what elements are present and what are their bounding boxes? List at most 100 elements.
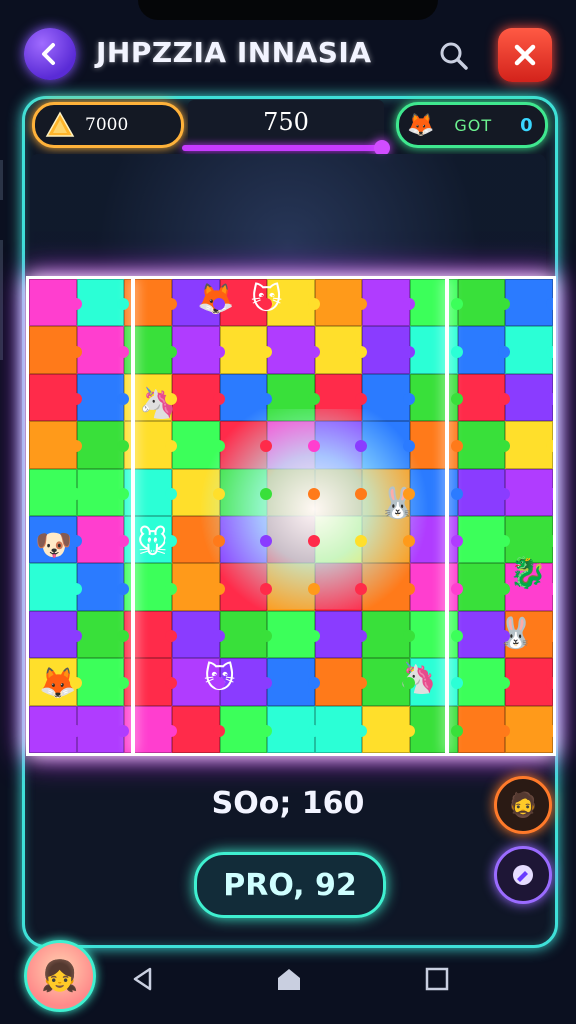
puzzle-piece[interactable] bbox=[267, 421, 320, 469]
puzzle-piece[interactable] bbox=[314, 468, 368, 516]
puzzle-piece[interactable] bbox=[267, 610, 320, 659]
search-button[interactable] bbox=[432, 34, 476, 78]
puzzle-piece[interactable] bbox=[410, 705, 463, 753]
nav-home-button[interactable] bbox=[272, 962, 306, 996]
puzzle-piece[interactable] bbox=[171, 373, 225, 422]
puzzle-piece[interactable] bbox=[219, 468, 272, 516]
puzzle-piece[interactable] bbox=[267, 658, 320, 706]
play-button[interactable]: PRO, 92 bbox=[194, 852, 386, 918]
puzzle-piece[interactable] bbox=[362, 563, 415, 611]
puzzle-piece[interactable] bbox=[76, 421, 129, 469]
puzzle-piece[interactable] bbox=[505, 279, 553, 327]
puzzle-piece[interactable] bbox=[314, 373, 368, 422]
creature-piece[interactable]: 🐭 bbox=[137, 529, 168, 559]
puzzle-piece[interactable] bbox=[457, 373, 510, 422]
puzzle-piece[interactable] bbox=[29, 563, 82, 611]
puzzle-piece[interactable] bbox=[219, 373, 272, 422]
puzzle-piece[interactable] bbox=[267, 516, 320, 564]
puzzle-piece[interactable] bbox=[76, 326, 129, 374]
puzzle-piece[interactable] bbox=[171, 468, 225, 516]
puzzle-piece[interactable] bbox=[362, 421, 415, 469]
puzzle-piece[interactable] bbox=[505, 326, 553, 374]
puzzle-piece[interactable] bbox=[314, 516, 368, 564]
puzzle-piece[interactable] bbox=[362, 610, 415, 659]
puzzle-piece[interactable] bbox=[267, 468, 320, 516]
puzzle-piece[interactable] bbox=[219, 563, 272, 611]
puzzle-piece[interactable] bbox=[362, 279, 415, 327]
nav-back-button[interactable] bbox=[126, 962, 160, 996]
puzzle-piece[interactable] bbox=[267, 563, 320, 611]
puzzle-piece[interactable] bbox=[29, 610, 82, 659]
puzzle-piece[interactable] bbox=[29, 705, 82, 753]
puzzle-piece[interactable] bbox=[314, 421, 368, 469]
puzzle-piece[interactable] bbox=[362, 516, 415, 564]
puzzle-piece[interactable] bbox=[505, 421, 553, 469]
puzzle-piece[interactable] bbox=[457, 705, 510, 753]
puzzle-board[interactable]: 🦊🐱🦄🐰🐶🐭🐉🦊🐱🦄🐰 bbox=[26, 276, 556, 756]
creature-piece[interactable]: 🐉 bbox=[509, 559, 546, 589]
puzzle-piece[interactable] bbox=[76, 373, 129, 422]
puzzle-piece[interactable] bbox=[219, 610, 272, 659]
puzzle-piece[interactable] bbox=[76, 705, 129, 753]
avatar[interactable]: 👧 bbox=[24, 940, 96, 1012]
puzzle-piece[interactable] bbox=[362, 373, 415, 422]
puzzle-piece[interactable] bbox=[410, 279, 463, 327]
character-button[interactable]: 🧔 bbox=[494, 776, 552, 834]
puzzle-piece[interactable] bbox=[410, 610, 463, 659]
puzzle-piece[interactable] bbox=[314, 705, 368, 753]
puzzle-piece[interactable] bbox=[410, 468, 463, 516]
puzzle-piece[interactable] bbox=[29, 326, 82, 374]
puzzle-piece[interactable] bbox=[457, 563, 510, 611]
puzzle-piece[interactable] bbox=[410, 516, 463, 564]
puzzle-piece[interactable] bbox=[314, 610, 368, 659]
puzzle-piece[interactable] bbox=[76, 468, 129, 516]
puzzle-piece[interactable] bbox=[76, 610, 129, 659]
puzzle-piece[interactable] bbox=[314, 563, 368, 611]
puzzle-piece[interactable] bbox=[410, 421, 463, 469]
puzzle-piece[interactable] bbox=[314, 279, 368, 327]
puzzle-piece[interactable] bbox=[76, 279, 129, 327]
puzzle-piece[interactable] bbox=[171, 326, 225, 374]
puzzle-piece[interactable] bbox=[505, 658, 553, 706]
puzzle-piece[interactable] bbox=[219, 516, 272, 564]
puzzle-piece[interactable] bbox=[457, 326, 510, 374]
puzzle-piece[interactable] bbox=[76, 563, 129, 611]
puzzle-piece[interactable] bbox=[76, 516, 129, 564]
puzzle-piece[interactable] bbox=[457, 468, 510, 516]
puzzle-piece[interactable] bbox=[171, 705, 225, 753]
puzzle-piece[interactable] bbox=[219, 421, 272, 469]
nav-recent-button[interactable] bbox=[420, 962, 454, 996]
puzzle-piece[interactable] bbox=[314, 326, 368, 374]
puzzle-piece[interactable] bbox=[29, 279, 82, 327]
puzzle-piece[interactable] bbox=[410, 563, 463, 611]
edit-button[interactable] bbox=[494, 846, 552, 904]
puzzle-piece[interactable] bbox=[171, 421, 225, 469]
puzzle-piece[interactable] bbox=[505, 705, 553, 753]
puzzle-piece[interactable] bbox=[410, 326, 463, 374]
puzzle-piece[interactable] bbox=[267, 373, 320, 422]
puzzle-piece[interactable] bbox=[171, 563, 225, 611]
puzzle-piece[interactable] bbox=[410, 373, 463, 422]
puzzle-piece[interactable] bbox=[505, 373, 553, 422]
creature-piece[interactable]: 🐶 bbox=[35, 531, 72, 561]
puzzle-piece[interactable] bbox=[29, 468, 82, 516]
puzzle-piece[interactable] bbox=[314, 658, 368, 706]
puzzle-piece[interactable] bbox=[457, 279, 510, 327]
puzzle-piece[interactable] bbox=[267, 326, 320, 374]
puzzle-piece[interactable] bbox=[505, 468, 553, 516]
back-button[interactable] bbox=[24, 28, 76, 80]
puzzle-piece[interactable] bbox=[219, 705, 272, 753]
puzzle-piece[interactable] bbox=[457, 658, 510, 706]
puzzle-piece[interactable] bbox=[362, 326, 415, 374]
puzzle-piece[interactable] bbox=[29, 373, 82, 422]
close-button[interactable] bbox=[498, 28, 552, 82]
puzzle-piece[interactable] bbox=[267, 705, 320, 753]
puzzle-piece[interactable] bbox=[362, 705, 415, 753]
puzzle-piece[interactable] bbox=[219, 326, 272, 374]
puzzle-piece[interactable] bbox=[76, 658, 129, 706]
puzzle-piece[interactable] bbox=[29, 421, 82, 469]
puzzle-piece[interactable] bbox=[457, 421, 510, 469]
puzzle-piece[interactable] bbox=[457, 516, 510, 564]
puzzle-piece[interactable] bbox=[171, 516, 225, 564]
puzzle-piece[interactable] bbox=[171, 610, 225, 659]
